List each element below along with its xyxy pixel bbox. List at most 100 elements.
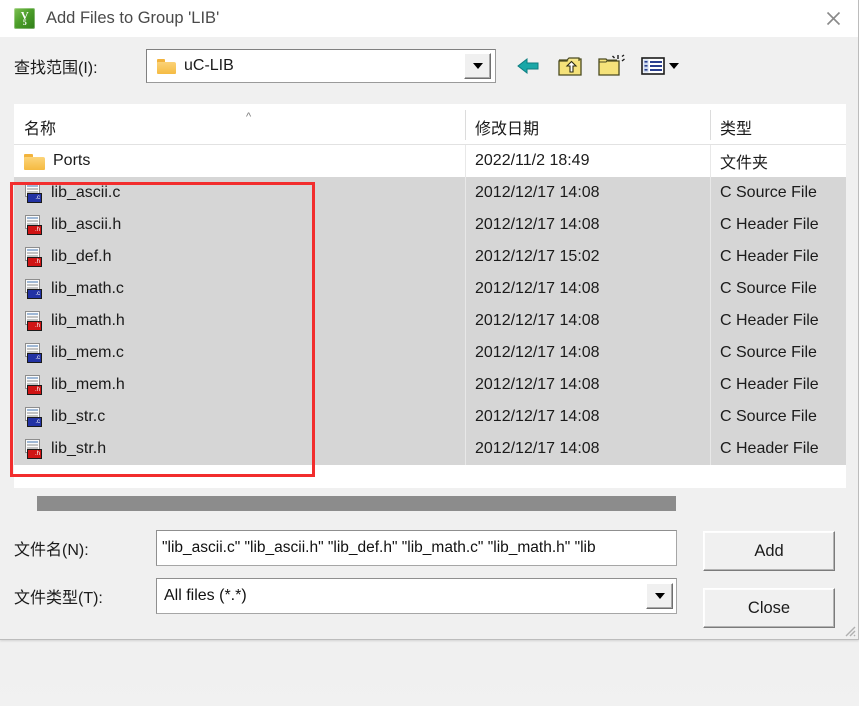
file-name-cell: .c lib_str.c: [14, 401, 465, 433]
file-type-cell: C Header File: [710, 241, 846, 273]
file-name-row: 文件名(N): "lib_ascii.c" "lib_ascii.h" "lib…: [14, 530, 677, 566]
column-header-name[interactable]: 名称 ^: [14, 104, 465, 144]
file-type-cell: C Source File: [710, 337, 846, 369]
add-button[interactable]: Add: [703, 531, 835, 571]
file-type-label: 文件类型(T):: [14, 590, 103, 607]
file-type-cell: C Source File: [710, 273, 846, 305]
file-name-text: lib_str.h: [51, 440, 107, 457]
table-row[interactable]: .h lib_mem.h 2012/12/17 14:08 C Header File: [14, 369, 846, 401]
up-folder-icon[interactable]: [556, 52, 584, 80]
file-list-rows: Ports 2022/11/2 18:49 文件夹 .c lib_ascii.c 2012…: [14, 145, 846, 465]
file-name-label: 文件名(N):: [14, 542, 89, 559]
new-folder-icon[interactable]: [597, 52, 625, 80]
back-arrow-icon[interactable]: [515, 52, 543, 80]
table-row[interactable]: Ports 2022/11/2 18:49 文件夹: [14, 145, 846, 177]
file-name-cell: .c lib_mem.c: [14, 337, 465, 369]
file-date-cell: 2012/12/17 15:02: [465, 241, 710, 273]
file-name-text: lib_ascii.c: [51, 184, 121, 201]
c-header-icon: .h: [24, 215, 43, 235]
close-icon[interactable]: [808, 0, 858, 37]
c-source-icon: .c: [24, 279, 43, 299]
title-bar: V 5 Add Files to Group 'LIB': [0, 0, 858, 37]
uvision-icon-digit: 5: [22, 18, 27, 27]
file-name-value: "lib_ascii.c" "lib_ascii.h" "lib_def.h" …: [162, 539, 596, 556]
add-files-dialog: V 5 Add Files to Group 'LIB' 查找范围(I): uC…: [0, 0, 859, 640]
file-name-cell: .h lib_def.h: [14, 241, 465, 273]
file-name-text: lib_math.c: [51, 280, 124, 297]
chevron-down-icon[interactable]: [646, 583, 673, 609]
table-row[interactable]: .c lib_ascii.c 2012/12/17 14:08 C Source Fi…: [14, 177, 846, 209]
views-list-icon[interactable]: [638, 52, 680, 80]
file-name-cell: .c lib_ascii.c: [14, 177, 465, 209]
file-type-cell: C Header File: [710, 209, 846, 241]
c-header-icon: .h: [24, 375, 43, 395]
table-row[interactable]: .c lib_math.c 2012/12/17 14:08 C Source Fil…: [14, 273, 846, 305]
file-type-cell: C Source File: [710, 401, 846, 433]
file-name-text: lib_ascii.h: [51, 216, 122, 233]
look-in-row: 查找范围(I): uC-LIB: [0, 37, 858, 95]
file-type-combobox[interactable]: All files (*.*): [156, 578, 677, 614]
file-date-cell: 2022/11/2 18:49: [465, 145, 710, 177]
file-name-text: lib_mem.h: [51, 376, 125, 393]
folder-icon: [157, 58, 176, 74]
file-name-text: lib_mem.c: [51, 344, 124, 361]
uvision-icon: V 5: [14, 8, 35, 29]
file-type-row: 文件类型(T): All files (*.*): [14, 578, 677, 614]
file-name-text: Ports: [53, 152, 91, 169]
file-date-cell: 2012/12/17 14:08: [465, 273, 710, 305]
file-date-cell: 2012/12/17 14:08: [465, 337, 710, 369]
file-list-header: 名称 ^ 修改日期 类型: [14, 104, 846, 145]
file-name-cell: .c lib_math.c: [14, 273, 465, 305]
table-row[interactable]: .c lib_str.c 2012/12/17 14:08 C Source File: [14, 401, 846, 433]
file-name-cell: .h lib_mem.h: [14, 369, 465, 401]
c-source-icon: .c: [24, 407, 43, 427]
look-in-current-folder: uC-LIB: [184, 57, 234, 74]
table-row[interactable]: .h lib_str.h 2012/12/17 14:08 C Header File: [14, 433, 846, 465]
file-date-cell: 2012/12/17 14:08: [465, 209, 710, 241]
file-type-cell: C Header File: [710, 433, 846, 465]
file-name-cell: .h lib_str.h: [14, 433, 465, 465]
c-source-icon: .c: [24, 343, 43, 363]
horizontal-scrollbar[interactable]: [14, 496, 846, 511]
column-header-date[interactable]: 修改日期: [465, 104, 710, 144]
file-name-text: lib_math.h: [51, 312, 125, 329]
file-name-input[interactable]: "lib_ascii.c" "lib_ascii.h" "lib_def.h" …: [156, 530, 677, 566]
file-date-cell: 2012/12/17 14:08: [465, 369, 710, 401]
file-list[interactable]: 名称 ^ 修改日期 类型 Ports 2022/11/2 18:49 文件夹 .c li…: [14, 104, 846, 488]
c-header-icon: .h: [24, 247, 43, 267]
folder-icon: [24, 153, 45, 170]
sort-ascending-icon: ^: [246, 111, 252, 123]
chevron-down-icon[interactable]: [464, 53, 491, 79]
close-button[interactable]: Close: [703, 588, 835, 628]
look-in-combobox[interactable]: uC-LIB: [146, 49, 496, 83]
file-date-cell: 2012/12/17 14:08: [465, 433, 710, 465]
look-in-label: 查找范围(I):: [14, 60, 98, 77]
file-name-text: lib_str.c: [51, 408, 106, 425]
file-name-cell: .h lib_math.h: [14, 305, 465, 337]
c-header-icon: .h: [24, 311, 43, 331]
table-row[interactable]: .h lib_ascii.h 2012/12/17 14:08 C Header Fi…: [14, 209, 846, 241]
file-type-cell: 文件夹: [710, 145, 846, 177]
file-date-cell: 2012/12/17 14:08: [465, 305, 710, 337]
look-in-combobox-value[interactable]: uC-LIB: [147, 57, 464, 75]
dialog-toolbar: [515, 52, 680, 80]
table-row[interactable]: .h lib_def.h 2012/12/17 15:02 C Header File: [14, 241, 846, 273]
file-name-cell: Ports: [14, 145, 465, 177]
resize-grip[interactable]: [842, 623, 856, 637]
file-type-cell: C Header File: [710, 369, 846, 401]
table-row[interactable]: .h lib_math.h 2012/12/17 14:08 C Header Fil…: [14, 305, 846, 337]
chevron-down-icon[interactable]: [668, 63, 679, 69]
file-type-cell: C Header File: [710, 305, 846, 337]
horizontal-scrollbar-thumb[interactable]: [37, 496, 676, 511]
file-name-text: lib_def.h: [51, 248, 112, 265]
table-row[interactable]: .c lib_mem.c 2012/12/17 14:08 C Source File: [14, 337, 846, 369]
c-source-icon: .c: [24, 183, 43, 203]
window-title: Add Files to Group 'LIB': [46, 9, 220, 27]
file-date-cell: 2012/12/17 14:08: [465, 401, 710, 433]
c-header-icon: .h: [24, 439, 43, 459]
file-type-value: All files (*.*): [164, 587, 247, 604]
file-date-cell: 2012/12/17 14:08: [465, 177, 710, 209]
file-name-cell: .h lib_ascii.h: [14, 209, 465, 241]
column-header-type[interactable]: 类型: [710, 104, 846, 144]
file-type-cell: C Source File: [710, 177, 846, 209]
